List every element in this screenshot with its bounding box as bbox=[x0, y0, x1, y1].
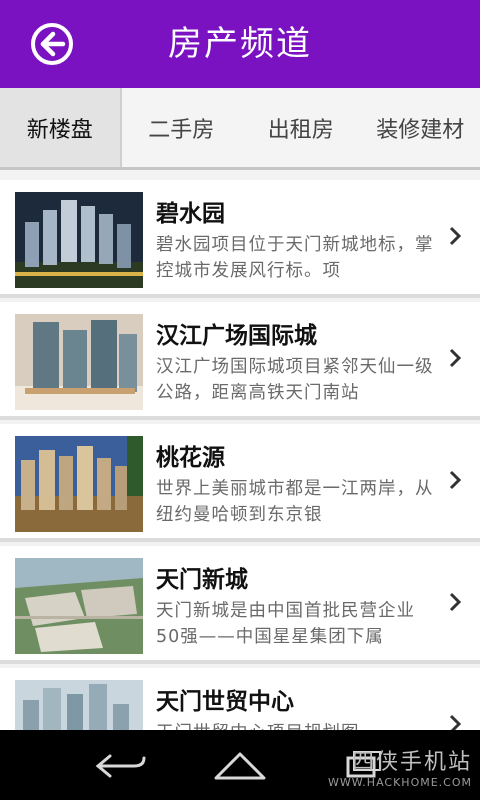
list-item[interactable]: 桃花源 世界上美丽城市都是一江两岸，从纽约曼哈顿到东京银 bbox=[0, 424, 480, 542]
watermark: 四侠手机站 WWW.HACKHOME.COM bbox=[328, 744, 472, 789]
watermark-title: 四侠手机站 bbox=[351, 750, 472, 775]
tab-rentals[interactable]: 出租房 bbox=[241, 88, 361, 167]
chevron-right-icon bbox=[449, 592, 462, 612]
item-description: 碧水园项目位于天门新城地标，掌控城市发展风行标。项 bbox=[156, 235, 434, 281]
chevron-right-icon bbox=[449, 470, 462, 490]
watermark-url: WWW.HACKHOME.COM bbox=[327, 776, 472, 789]
tab-second-hand[interactable]: 二手房 bbox=[122, 88, 242, 167]
back-icon[interactable] bbox=[90, 748, 150, 784]
property-thumbnail bbox=[15, 436, 143, 532]
chevron-right-icon bbox=[449, 348, 462, 368]
item-title: 碧水园 bbox=[156, 201, 225, 227]
item-description: 天门新城是由中国首批民营企业50强——中国星星集团下属 bbox=[156, 601, 415, 647]
list-item[interactable]: 汉江广场国际城 汉江广场国际城项目紧邻天仙一级公路，距离高铁天门南站 bbox=[0, 302, 480, 420]
item-description: 汉江广场国际城项目紧邻天仙一级公路，距离高铁天门南站 bbox=[156, 357, 434, 403]
tab-decoration[interactable]: 装修建材 bbox=[361, 88, 480, 167]
tab-new-homes[interactable]: 新楼盘 bbox=[0, 88, 122, 167]
item-title: 汉江广场国际城 bbox=[156, 323, 317, 349]
header-bar: 房产频道 bbox=[0, 0, 480, 88]
home-icon[interactable] bbox=[210, 748, 270, 784]
page-title: 房产频道 bbox=[168, 24, 312, 64]
list-item[interactable]: 碧水园 碧水园项目位于天门新城地标，掌控城市发展风行标。项 bbox=[0, 180, 480, 298]
system-nav-bar: 四侠手机站 WWW.HACKHOME.COM bbox=[0, 730, 480, 800]
property-thumbnail bbox=[15, 314, 143, 410]
property-thumbnail bbox=[15, 192, 143, 288]
property-thumbnail bbox=[15, 558, 143, 654]
item-description: 世界上美丽城市都是一江两岸，从纽约曼哈顿到东京银 bbox=[156, 479, 434, 525]
item-title: 天门新城 bbox=[156, 567, 248, 593]
list-item[interactable]: 天门新城 天门新城是由中国首批民营企业50强——中国星星集团下属 bbox=[0, 546, 480, 664]
chevron-right-icon bbox=[449, 226, 462, 246]
category-tabs: 新楼盘 二手房 出租房 装修建材 bbox=[0, 88, 480, 170]
item-title: 桃花源 bbox=[156, 445, 225, 471]
item-title: 天门世贸中心 bbox=[156, 689, 294, 715]
